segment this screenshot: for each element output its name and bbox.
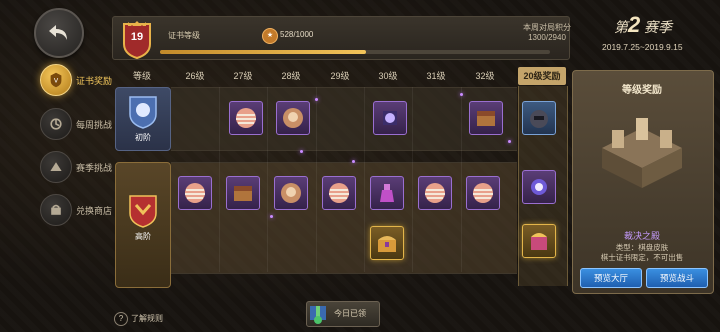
striped-ball-icon bbox=[185, 183, 205, 203]
certificate-icon: V bbox=[40, 64, 72, 96]
reward-item-name: 裁决之殿 bbox=[623, 231, 660, 241]
reward-item-board-skin[interactable] bbox=[522, 224, 556, 258]
reward-item-avatar[interactable] bbox=[274, 176, 308, 210]
week-score-value: 1300/2940 bbox=[528, 33, 566, 42]
sparkle bbox=[270, 215, 273, 218]
striped-ball-icon bbox=[236, 108, 256, 128]
avatar-frame-icon bbox=[281, 183, 301, 203]
reward-item-effect[interactable] bbox=[522, 170, 556, 204]
week-score-label: 本周对局积分 bbox=[523, 23, 571, 32]
xp-progress-bar bbox=[160, 50, 550, 54]
season-dates: 2019.7.25~2019.9.15 bbox=[602, 42, 683, 52]
season-icon bbox=[40, 151, 72, 183]
striped-ball-icon bbox=[425, 183, 445, 203]
board-skin-preview-image bbox=[602, 118, 682, 188]
character-icon bbox=[530, 110, 548, 128]
reward-item-potion[interactable] bbox=[370, 176, 404, 210]
sparkle bbox=[300, 150, 303, 153]
xp-icon: ★ bbox=[262, 28, 278, 44]
sidebar-item-weekly[interactable]: 每周挑战 bbox=[40, 108, 112, 140]
season-suffix: 赛季 bbox=[644, 19, 672, 35]
potion-icon bbox=[380, 184, 394, 202]
magic-effect-icon bbox=[531, 179, 547, 195]
reward-item-chest[interactable] bbox=[469, 101, 503, 135]
reward-item-avatar[interactable] bbox=[276, 101, 310, 135]
level-number: 19 bbox=[130, 31, 144, 43]
svg-text:V: V bbox=[54, 78, 59, 85]
sidebar-label: 每周挑战 bbox=[76, 119, 113, 130]
sidebar-item-shop[interactable]: 兑换商店 bbox=[40, 194, 112, 226]
weekly-icon bbox=[40, 108, 72, 140]
avatar-frame-icon bbox=[283, 108, 303, 128]
advanced-tier-name: 高阶 bbox=[135, 232, 151, 241]
xp-value: 528/1000 bbox=[280, 30, 314, 39]
column-divider bbox=[219, 87, 220, 272]
gift-icon bbox=[310, 306, 326, 324]
advanced-tier-label: 高阶 bbox=[115, 162, 171, 288]
column-header: 26级 bbox=[185, 71, 205, 81]
level-title: 证书等级 bbox=[168, 31, 200, 40]
chest-icon bbox=[477, 111, 495, 126]
treasure-chest-icon bbox=[378, 236, 396, 252]
help-icon[interactable]: ? bbox=[114, 312, 128, 326]
magic-effect-icon bbox=[383, 111, 397, 125]
sidebar-label: 赛季挑战 bbox=[76, 162, 113, 173]
column-header: 29级 bbox=[330, 71, 350, 81]
column-divider bbox=[412, 87, 413, 272]
advanced-tier-shield-icon bbox=[129, 195, 157, 228]
season-prefix: 第 bbox=[614, 19, 628, 35]
column-divider bbox=[316, 87, 317, 272]
panel-title: 等级奖励 bbox=[622, 85, 662, 96]
preview-lobby-button[interactable]: 预览大厅 bbox=[580, 268, 642, 288]
reward-column-header: 20级奖励 bbox=[518, 67, 566, 85]
board-skin-icon bbox=[531, 233, 547, 250]
xp-progress-fill bbox=[160, 50, 366, 54]
striped-ball-icon bbox=[473, 183, 493, 203]
reward-item-ball[interactable] bbox=[322, 176, 356, 210]
sparkle bbox=[315, 98, 318, 101]
column-header: 30级 bbox=[378, 71, 398, 81]
preview-battle-button[interactable]: 预览战斗 bbox=[646, 268, 708, 288]
sidebar-item-season[interactable]: 赛季挑战 bbox=[40, 151, 112, 183]
sparkle bbox=[460, 93, 463, 96]
reward-item-ball[interactable] bbox=[418, 176, 452, 210]
daily-claim-label: 今日已领 bbox=[334, 309, 366, 318]
striped-ball-icon bbox=[329, 183, 349, 203]
column-divider bbox=[461, 87, 462, 272]
basic-tier-label: 初阶 bbox=[115, 87, 171, 151]
rules-link[interactable]: 了解规则 bbox=[131, 313, 163, 324]
column-header: 31级 bbox=[426, 71, 446, 81]
season-number: 2 bbox=[628, 12, 641, 37]
sidebar-label: 兑换商店 bbox=[76, 205, 113, 216]
back-arrow-icon bbox=[49, 25, 67, 40]
reward-item-ball[interactable] bbox=[178, 176, 212, 210]
sparkle bbox=[508, 140, 511, 143]
column-divider bbox=[267, 87, 268, 272]
sidebar-label: 证书奖励 bbox=[76, 75, 113, 86]
column-header: 28级 bbox=[281, 71, 301, 81]
column-header: 32级 bbox=[475, 71, 495, 81]
back-button[interactable] bbox=[34, 8, 84, 58]
reward-item-treasure[interactable] bbox=[370, 226, 404, 260]
reward-item-ball[interactable] bbox=[466, 176, 500, 210]
reward-item-ball[interactable] bbox=[229, 101, 263, 135]
basic-tier-name: 初阶 bbox=[135, 133, 151, 142]
column-header: 27级 bbox=[233, 71, 253, 81]
shop-icon bbox=[40, 194, 72, 226]
sparkle bbox=[352, 160, 355, 163]
sidebar-item-certificate[interactable]: V 证书奖励 bbox=[40, 64, 112, 96]
reward-item-character[interactable] bbox=[522, 101, 556, 135]
reward-item-note: 棋士证书限定，不可出售 bbox=[600, 253, 684, 262]
reward-item-effect[interactable] bbox=[373, 101, 407, 135]
column-divider bbox=[364, 87, 365, 272]
reward-item-chest[interactable] bbox=[226, 176, 260, 210]
basic-row bbox=[171, 87, 517, 151]
basic-tier-shield-icon bbox=[129, 96, 157, 129]
level-badge: 19 bbox=[120, 20, 154, 60]
level-header: 等级 bbox=[132, 71, 151, 81]
chest-icon bbox=[234, 186, 252, 201]
